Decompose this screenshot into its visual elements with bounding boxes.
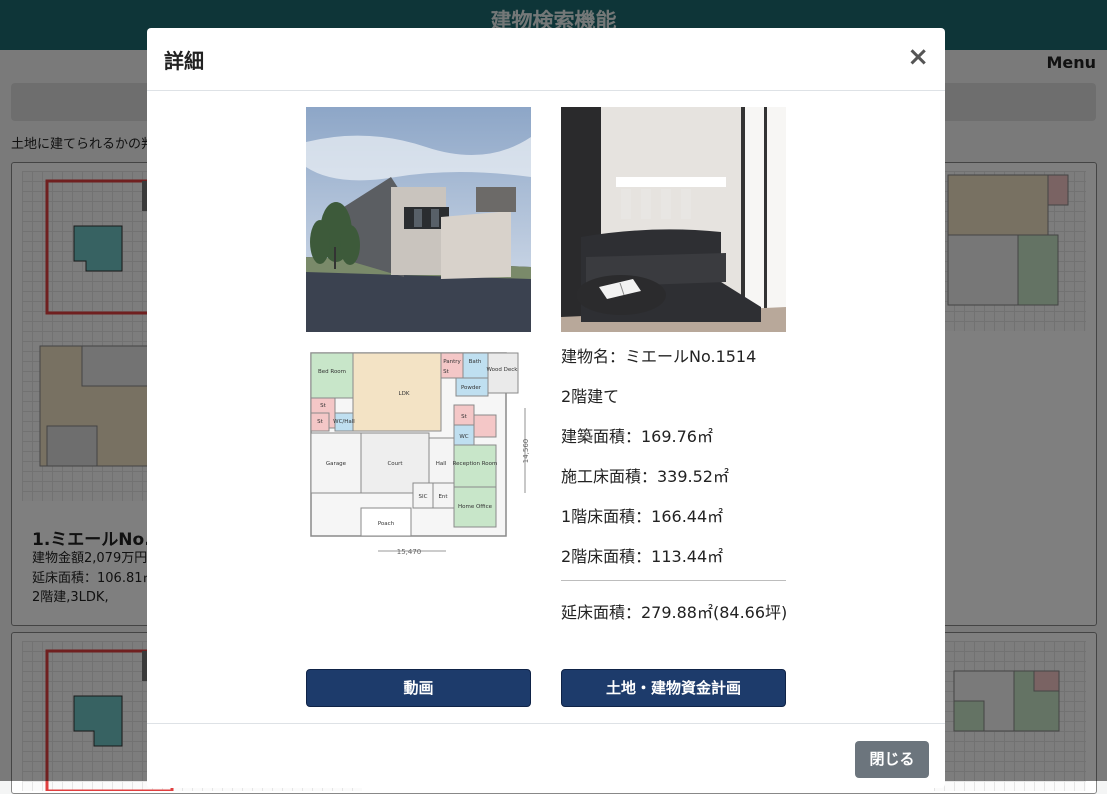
room-label: Ent [438,494,448,500]
height-dimension: 14,560 [522,439,530,464]
modal-title: 詳細 [164,49,204,73]
floors-text: 2階建て [561,387,620,406]
floor1-area: 1階床面積：166.44㎡ [561,507,724,526]
room-label: Poach [378,521,395,527]
width-dimension: 15,470 [397,548,422,556]
room-label: Bath [469,359,482,365]
room-label: Home Office [458,504,493,510]
room-label: St [461,414,467,420]
room-label: WC/Hall [333,419,355,425]
building-name: 建物名：ミエールNo.1514 [561,347,757,366]
modal-footer: 閉じる [147,723,945,789]
building-area: 建築面積：169.76㎡ [561,427,713,446]
room-label: St [320,403,326,409]
room-label: Wood Deck [487,367,519,373]
floor-plan-drawing: Bed Room Bath Pantry Wood Deck St Powder… [306,343,531,568]
divider [561,580,786,581]
room-label: SIC [419,494,428,500]
exterior-photo-image [306,107,531,332]
video-button[interactable]: 動画 [306,669,531,707]
detail-modal: 詳細 × Bed Room Bath Pantry Wood Deck St P… [147,28,945,788]
room-label: St [317,419,323,425]
room-label: Hall [436,461,447,467]
interior-photo-image [561,107,786,332]
room-label: St [443,369,449,375]
interior-photo [561,107,786,332]
room-label: Garage [326,461,347,467]
room-label: Reception Room [453,461,498,467]
modal-header: 詳細 × [147,28,945,91]
room-label: LDK [399,391,410,397]
close-icon[interactable]: × [907,42,929,72]
construction-floor-area: 施工床面積：339.52㎡ [561,467,729,486]
funding-plan-button[interactable]: 土地・建物資金計画 [561,669,786,707]
floor-plan-image: Bed Room Bath Pantry Wood Deck St Powder… [306,343,531,568]
room-label: Powder [461,385,482,391]
room-label: Pantry [443,359,461,365]
room-label: Court [387,461,403,467]
exterior-photo [306,107,531,332]
floor2-area: 2階床面積：113.44㎡ [561,547,724,566]
close-button[interactable]: 閉じる [855,741,929,778]
room-label: Bed Room [318,369,346,375]
total-floor-area: 延床面積：279.88㎡(84.66坪) [561,603,788,622]
room-label: WC [459,434,468,440]
